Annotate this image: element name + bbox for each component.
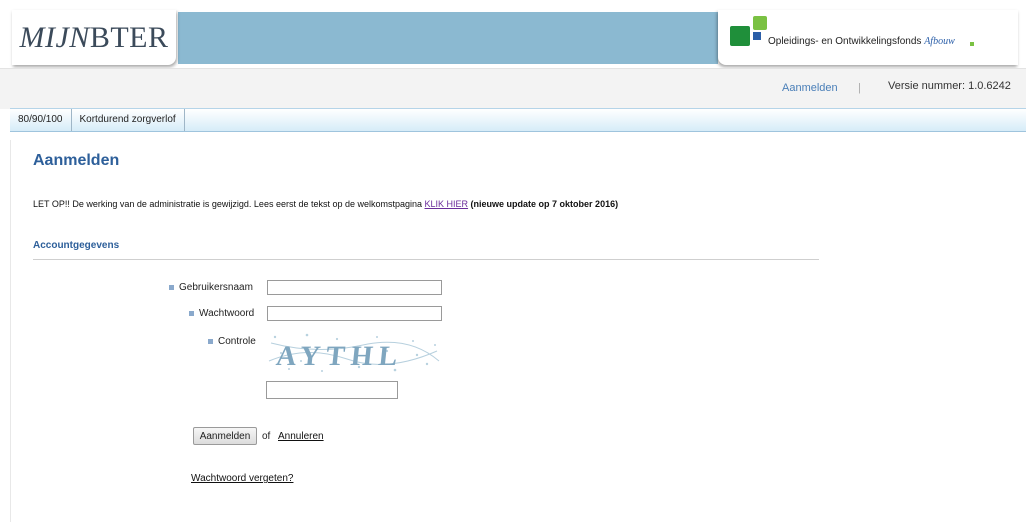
notice-update-date: (nieuwe update op 7 oktober 2016) bbox=[468, 199, 619, 209]
or-text: of bbox=[262, 431, 271, 442]
status-separator: | bbox=[858, 82, 861, 94]
nav-item-80-90-100[interactable]: 80/90/100 bbox=[10, 109, 72, 131]
forgot-password-link[interactable]: Wachtwoord vergeten? bbox=[191, 473, 293, 484]
bullet-icon bbox=[208, 338, 213, 344]
captcha-text: AYTHL bbox=[275, 341, 405, 372]
header-band bbox=[178, 12, 718, 64]
org-name: Opleidings- en Ontwikkelingsfonds Afbouw bbox=[768, 36, 955, 47]
app-title-italic: MIJN bbox=[19, 20, 90, 54]
section-title: Accountgegevens bbox=[33, 240, 120, 251]
nav-bar: 80/90/100 Kortdurend zorgverlof bbox=[10, 108, 1026, 132]
logo-square-dark-green-icon bbox=[730, 26, 750, 46]
nav-item-kortdurend-zorgverlof[interactable]: Kortdurend zorgverlof bbox=[72, 109, 185, 131]
org-name-italic: Afbouw bbox=[924, 36, 955, 47]
org-logo: Opleidings- en Ontwikkelingsfonds Afbouw bbox=[718, 10, 1018, 65]
welcome-page-link[interactable]: KLIK HIER bbox=[425, 199, 469, 209]
password-input[interactable] bbox=[267, 306, 442, 321]
captcha-input[interactable] bbox=[266, 381, 398, 399]
version-number: Versie nummer: 1.0.6242 bbox=[888, 80, 1011, 92]
captcha-label: Controle bbox=[208, 336, 256, 347]
logo-dot-icon bbox=[970, 42, 974, 46]
page-title: Aanmelden bbox=[33, 152, 120, 169]
logo-square-blue-icon bbox=[753, 32, 761, 40]
login-button[interactable]: Aanmelden bbox=[193, 427, 257, 445]
login-link[interactable]: Aanmelden bbox=[782, 82, 838, 94]
password-label: Wachtwoord bbox=[189, 308, 254, 319]
bullet-icon bbox=[189, 310, 194, 316]
status-bar bbox=[0, 68, 1026, 109]
app-logo[interactable]: MIJNBTER bbox=[12, 10, 176, 65]
logo-square-light-green-icon bbox=[753, 16, 767, 30]
notice-text: LET OP!! De werking van de administratie… bbox=[33, 199, 619, 209]
captcha-image: AYTHL bbox=[267, 331, 441, 375]
bullet-icon bbox=[169, 284, 174, 290]
section-divider bbox=[33, 259, 819, 260]
cancel-link[interactable]: Annuleren bbox=[278, 431, 324, 442]
username-label: Gebruikersnaam bbox=[169, 282, 253, 293]
main-content bbox=[10, 140, 1026, 522]
app-title-rest: BTER bbox=[89, 20, 169, 54]
username-input[interactable] bbox=[267, 280, 442, 295]
